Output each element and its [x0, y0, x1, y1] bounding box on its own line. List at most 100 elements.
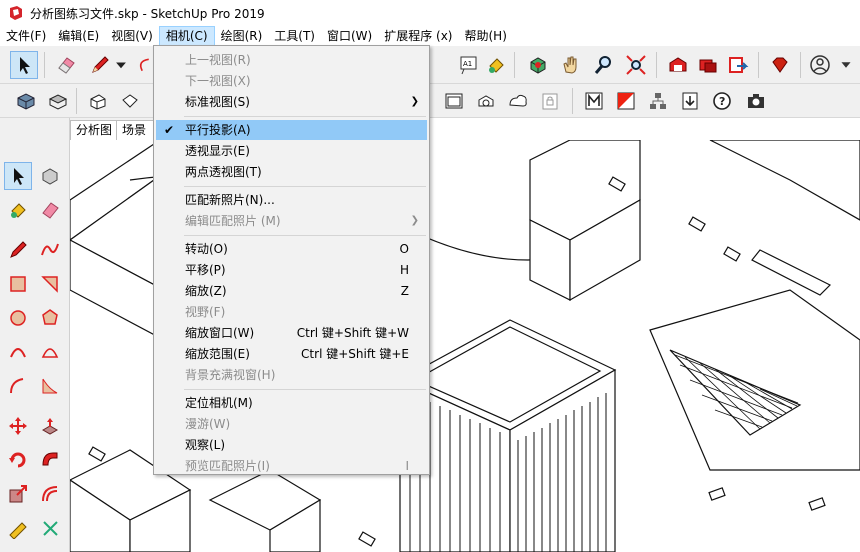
- camera-menu-item-19[interactable]: 定位相机(M): [156, 393, 427, 413]
- section-cut-button[interactable]: [504, 87, 532, 115]
- camera-menu-item-8[interactable]: 匹配新照片(N)...: [156, 190, 427, 210]
- left-tool-button-15[interactable]: [36, 412, 64, 440]
- lock-button[interactable]: [536, 87, 564, 115]
- camera-menu-item-17[interactable]: 背景充满视窗(H): [156, 365, 427, 385]
- left-tool-button-1[interactable]: [36, 162, 64, 190]
- left-tool-button-6[interactable]: [4, 270, 32, 298]
- front-view-button[interactable]: [84, 87, 112, 115]
- polygon-icon: [42, 309, 58, 325]
- send-to-layout-button[interactable]: [724, 51, 752, 79]
- camera-menu-item-16[interactable]: 缩放范围(E) Ctrl 键+Shift 键+E: [156, 344, 427, 364]
- text-tool-button[interactable]: A1: [454, 51, 482, 79]
- orbit-pan-button[interactable]: [556, 51, 584, 79]
- left-tools-toolbar: [0, 118, 70, 552]
- left-tool-button-9[interactable]: [36, 304, 64, 332]
- extension-manager-button[interactable]: [766, 51, 794, 79]
- left-tool-button-2[interactable]: [4, 196, 32, 224]
- camera-menu-item-20[interactable]: 漫游(W): [156, 414, 427, 434]
- camera-menu-item-13[interactable]: 缩放(Z) Z: [156, 281, 427, 301]
- left-tool-button-0[interactable]: [4, 162, 32, 190]
- user-account-button[interactable]: [806, 51, 834, 79]
- paint-tool-button[interactable]: [482, 51, 510, 79]
- camera-menu-item-2[interactable]: 标准视图(S) ❯: [156, 92, 427, 112]
- scene-tabs: 分析图 场景号: [70, 118, 160, 140]
- left-tool-button-14[interactable]: [4, 412, 32, 440]
- menu-6[interactable]: 窗口(W): [321, 26, 378, 46]
- pencil-tool-button[interactable]: [86, 51, 114, 79]
- section-plane-button[interactable]: [440, 87, 468, 115]
- left-tool-button-21[interactable]: [36, 514, 64, 542]
- camera-menu-item-14[interactable]: 视野(F): [156, 302, 427, 322]
- menu-2[interactable]: 视图(V): [105, 26, 159, 46]
- download-button[interactable]: [676, 87, 704, 115]
- menu-4[interactable]: 绘图(R): [215, 26, 269, 46]
- menu-item-label: 预览匹配照片(I): [185, 459, 270, 473]
- zoom-button[interactable]: [590, 51, 618, 79]
- more-options-button[interactable]: [836, 51, 856, 79]
- menu-item-label: 编辑匹配照片 (M): [185, 214, 281, 228]
- left-tool-button-10[interactable]: [4, 338, 32, 366]
- top-view-button[interactable]: [44, 87, 72, 115]
- menu-3[interactable]: 相机(C): [158, 26, 215, 46]
- camera-menu-item-0[interactable]: 上一视图(R): [156, 50, 427, 70]
- outliner-button[interactable]: [644, 87, 672, 115]
- section-plane-icon: [445, 93, 463, 109]
- section-cut-icon: [509, 94, 527, 107]
- left-tool-button-12[interactable]: [4, 372, 32, 400]
- scale-icon: [9, 485, 27, 503]
- eraser-tool-button[interactable]: [52, 51, 80, 79]
- left-tool-button-20[interactable]: [4, 514, 32, 542]
- left-tool-button-7[interactable]: [36, 270, 64, 298]
- camera-menu-item-4[interactable]: ✔ 平行投影(A): [156, 120, 427, 140]
- eraser-icon: [58, 57, 75, 74]
- left-tool-button-17[interactable]: [36, 446, 64, 474]
- menu-8[interactable]: 帮助(H): [458, 26, 512, 46]
- left-tool-button-19[interactable]: [36, 480, 64, 508]
- menu-0[interactable]: 文件(F): [0, 26, 52, 46]
- zoom-extents-button[interactable]: [622, 51, 650, 79]
- left-tool-button-3[interactable]: [36, 196, 64, 224]
- help-button[interactable]: ?: [708, 87, 736, 115]
- left-tool-button-11[interactable]: [36, 338, 64, 366]
- menu-7[interactable]: 扩展程序 (x): [378, 26, 458, 46]
- user-account-icon: [810, 55, 830, 75]
- camera-menu-item-15[interactable]: 缩放窗口(W) Ctrl 键+Shift 键+W: [156, 323, 427, 343]
- left-tool-button-8[interactable]: [4, 304, 32, 332]
- color-button[interactable]: [612, 87, 640, 115]
- left-tool-button-13[interactable]: [36, 372, 64, 400]
- left-tool-button-5[interactable]: [36, 236, 64, 264]
- arc-tool-button[interactable]: [134, 51, 152, 79]
- scene-tab-1[interactable]: 分析图: [70, 120, 119, 140]
- orbit-hand-icon: [563, 56, 577, 74]
- component-tool-button[interactable]: [524, 51, 552, 79]
- camera-menu-item-5[interactable]: 透视显示(E): [156, 141, 427, 161]
- camera-menu-item-12[interactable]: 平移(P) H: [156, 260, 427, 280]
- share-component-button[interactable]: [694, 51, 722, 79]
- left-tool-button-4[interactable]: [4, 236, 32, 264]
- camera-menu-item-11[interactable]: 转动(O) O: [156, 239, 427, 259]
- follow-me-icon: [42, 452, 58, 466]
- freehand-icon: [41, 243, 59, 256]
- offset-icon: [42, 486, 58, 502]
- iso-view-button[interactable]: [12, 87, 40, 115]
- right-view-button[interactable]: [116, 87, 144, 115]
- section-display-button[interactable]: [472, 87, 500, 115]
- warehouse-button[interactable]: [664, 51, 692, 79]
- camera-menu-item-6[interactable]: 两点透视图(T): [156, 162, 427, 182]
- camera-menu-item-21[interactable]: 观察(L): [156, 435, 427, 455]
- left-tool-button-16[interactable]: [4, 446, 32, 474]
- menu-separator: [184, 235, 426, 236]
- menu-5[interactable]: 工具(T): [268, 26, 321, 46]
- camera-button[interactable]: [742, 87, 770, 115]
- material-button[interactable]: [580, 87, 608, 115]
- camera-menu-item-1[interactable]: 下一视图(X): [156, 71, 427, 91]
- submenu-arrow-icon: ❯: [410, 215, 419, 226]
- camera-menu-item-9[interactable]: 编辑匹配照片 (M) ❯: [156, 211, 427, 231]
- menu-item-shortcut: O: [399, 242, 409, 256]
- camera-menu-item-22[interactable]: 预览匹配照片(I) I: [156, 456, 427, 476]
- title-bar: 分析图练习文件.skp - SketchUp Pro 2019: [0, 0, 860, 26]
- select-tool-button[interactable]: [10, 51, 38, 79]
- left-tool-button-18[interactable]: [4, 480, 32, 508]
- menu-1[interactable]: 编辑(E): [52, 26, 105, 46]
- pencil-dropdown-button[interactable]: [112, 51, 130, 79]
